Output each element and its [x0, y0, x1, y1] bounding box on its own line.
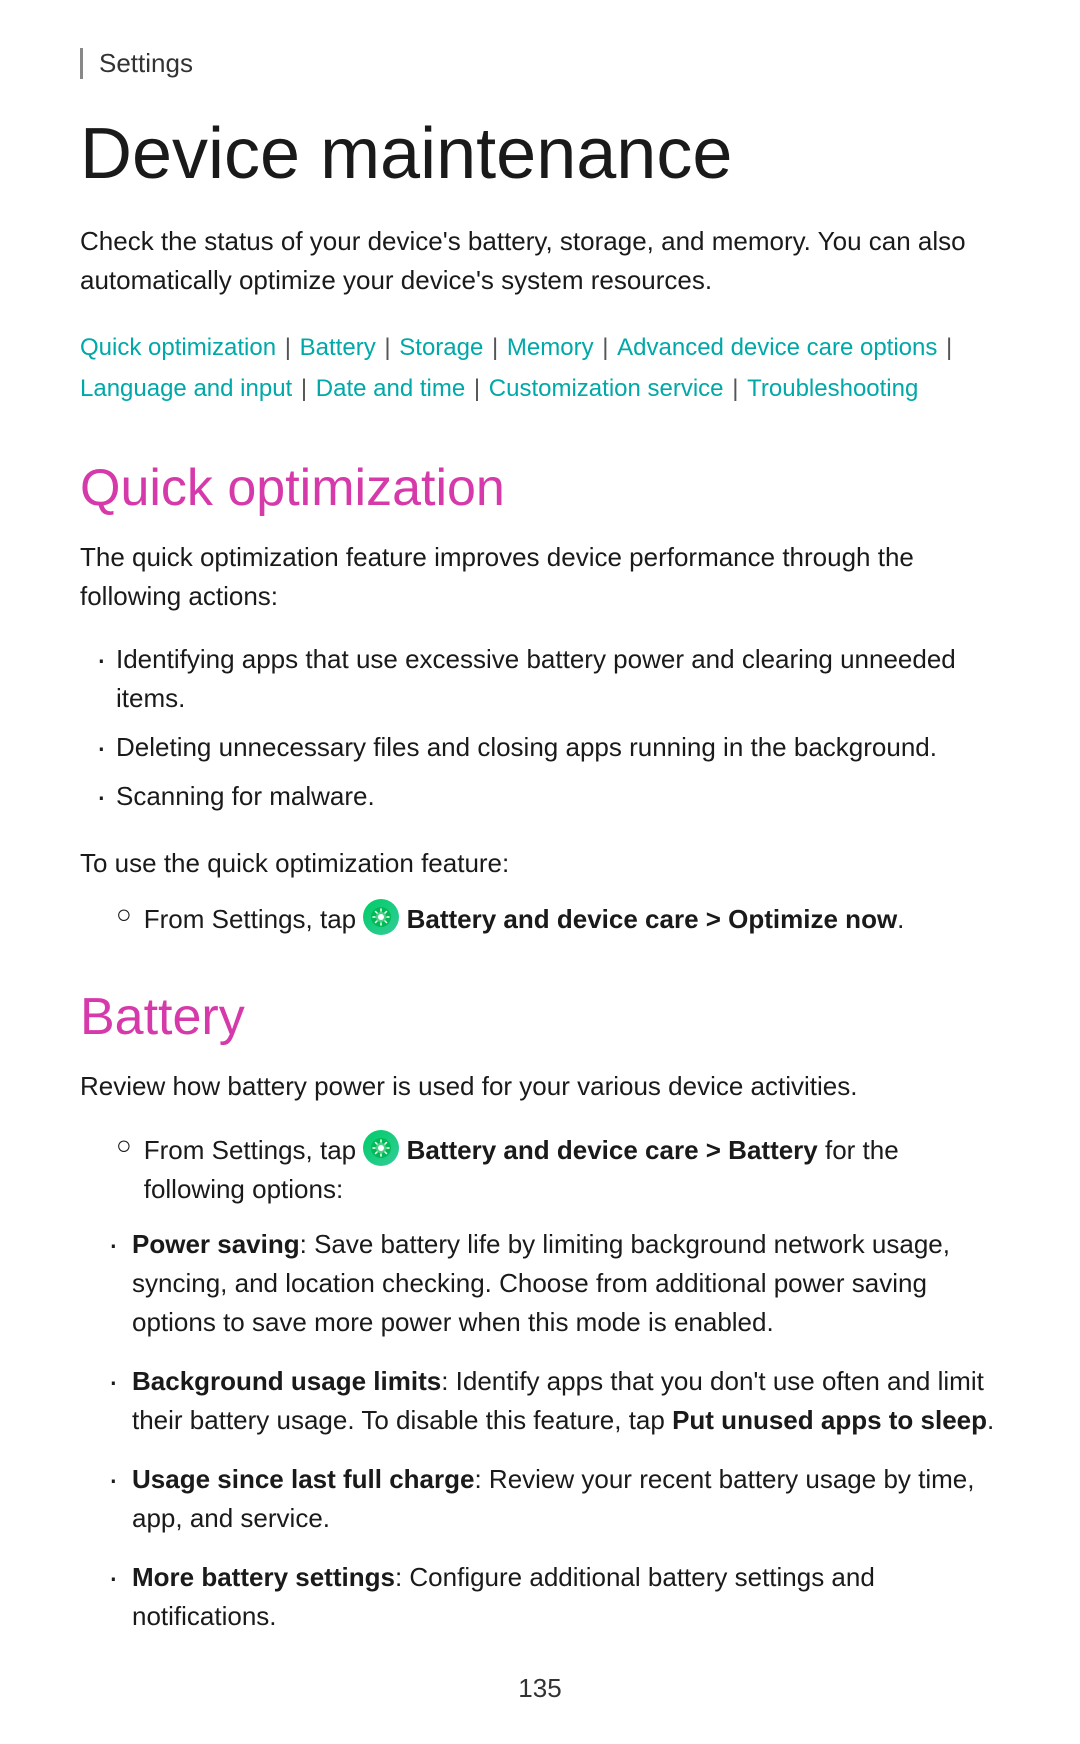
battery-step-text: From Settings, tap Battery and device ca…: [144, 1130, 1000, 1209]
quick-bullet-2: Deleting unnecessary files and closing a…: [80, 728, 1000, 767]
battery-option-2-bold: Background usage limits: [132, 1366, 441, 1396]
battery-option-3-bold: Usage since last full charge: [132, 1464, 474, 1494]
nav-sep-5: |: [939, 334, 952, 361]
battery-option-4: More battery settings: Configure additio…: [80, 1558, 1000, 1636]
nav-link-battery[interactable]: Battery: [300, 334, 376, 361]
battery-option-2-inline-bold: Put unused apps to sleep: [672, 1405, 987, 1435]
quick-bullet-3: Scanning for malware.: [80, 777, 1000, 816]
settings-icon-battery: [363, 1130, 399, 1166]
nav-sep-3: |: [485, 334, 505, 361]
nav-sep-7: |: [467, 375, 487, 402]
quick-optimization-bullets: Identifying apps that use excessive batt…: [80, 640, 1000, 816]
settings-icon-quick: [363, 899, 399, 935]
quick-step: ○ From Settings, tap Battery and device …: [80, 899, 1000, 939]
page-container: Settings Device maintenance Check the st…: [0, 0, 1080, 1744]
battery-step-bullet: ○: [116, 1130, 132, 1161]
nav-link-storage[interactable]: Storage: [399, 334, 483, 361]
nav-link-quick-optimization[interactable]: Quick optimization: [80, 334, 276, 361]
battery-option-1-bold: Power saving: [132, 1229, 300, 1259]
quick-step-text: From Settings, tap Battery and device ca…: [144, 899, 905, 939]
battery-step: ○ From Settings, tap Battery and device …: [80, 1130, 1000, 1209]
quick-optimization-title: Quick optimization: [80, 458, 1000, 518]
nav-sep-8: |: [726, 375, 746, 402]
battery-option-3: Usage since last full charge: Review you…: [80, 1460, 1000, 1538]
battery-option-2: Background usage limits: Identify apps t…: [80, 1362, 1000, 1440]
nav-links: Quick optimization | Battery | Storage |…: [80, 328, 1000, 410]
nav-link-date[interactable]: Date and time: [316, 375, 465, 402]
settings-label: Settings: [80, 48, 1000, 79]
intro-text: Check the status of your device's batter…: [80, 222, 1000, 300]
quick-use-text: To use the quick optimization feature:: [80, 844, 1000, 883]
quick-optimization-desc: The quick optimization feature improves …: [80, 538, 1000, 616]
nav-sep-6: |: [294, 375, 314, 402]
nav-sep-4: |: [596, 334, 616, 361]
quick-optimization-section: Quick optimization The quick optimizatio…: [80, 458, 1000, 939]
battery-option-1: Power saving: Save battery life by limit…: [80, 1225, 1000, 1342]
battery-options-list: Power saving: Save battery life by limit…: [80, 1225, 1000, 1636]
battery-section: Battery Review how battery power is used…: [80, 987, 1000, 1636]
nav-sep-1: |: [278, 334, 298, 361]
nav-link-language[interactable]: Language and input: [80, 375, 292, 402]
quick-step-bullet: ○: [116, 899, 132, 930]
quick-bullet-1: Identifying apps that use excessive batt…: [80, 640, 1000, 718]
nav-link-advanced[interactable]: Advanced device care options: [617, 334, 937, 361]
nav-link-troubleshooting[interactable]: Troubleshooting: [747, 375, 918, 402]
battery-step-bold: Battery and device care > Battery: [407, 1135, 818, 1165]
nav-link-customization[interactable]: Customization service: [489, 375, 724, 402]
page-title: Device maintenance: [80, 115, 1000, 194]
battery-option-4-bold: More battery settings: [132, 1562, 395, 1592]
quick-step-bold: Battery and device care > Optimize now: [407, 904, 898, 934]
nav-link-memory[interactable]: Memory: [507, 334, 594, 361]
nav-sep-2: |: [378, 334, 398, 361]
page-number: 135: [518, 1673, 561, 1704]
battery-title: Battery: [80, 987, 1000, 1047]
battery-desc: Review how battery power is used for you…: [80, 1067, 1000, 1106]
